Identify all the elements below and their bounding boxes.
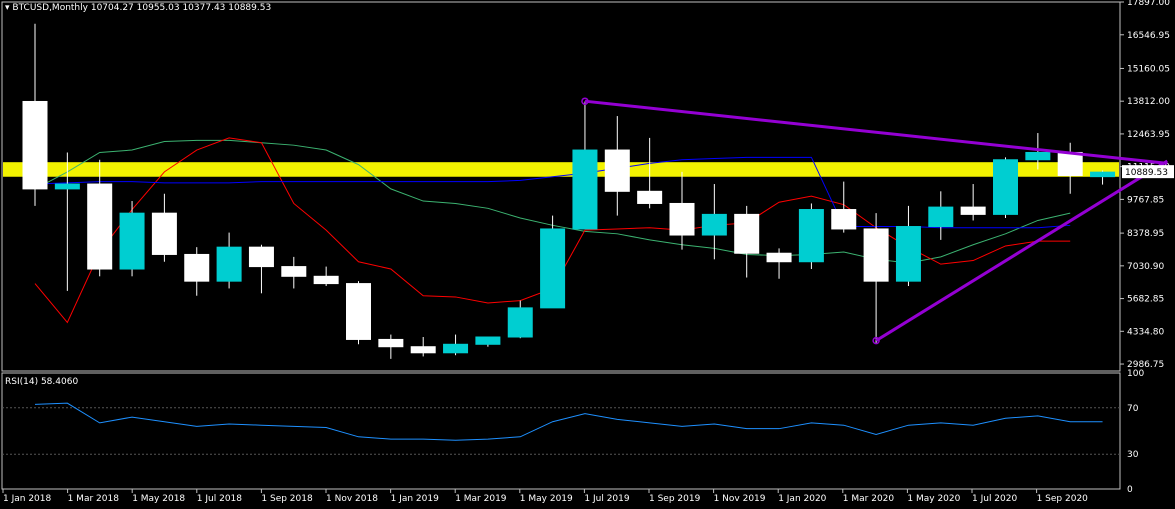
candle-body [604, 149, 630, 192]
rsi-pane: 100 70 30 0 [1, 369, 1144, 495]
candle-body [54, 183, 80, 190]
rsi-pane-frame [1, 372, 1121, 490]
candle-body [151, 212, 177, 255]
price-tick-label: 9767.85 [1127, 195, 1164, 205]
price-tick-label: 8378.95 [1127, 229, 1164, 239]
time-tick-label: 1 Mar 2020 [843, 494, 895, 504]
candle-body [410, 346, 436, 354]
time-tick-label: 1 Jul 2020 [972, 494, 1017, 504]
time-tick-label: 1 Sep 2020 [1037, 494, 1089, 504]
candle-body [572, 149, 598, 230]
price-tick-label: 5682.85 [1127, 295, 1164, 305]
trendline [584, 99, 1168, 165]
time-tick-label: 1 Jan 2020 [778, 494, 826, 504]
candle-body [1025, 151, 1051, 161]
time-tick-label: 1 Jul 2019 [584, 494, 629, 504]
candle-body [540, 228, 566, 309]
support-zone [3, 162, 1119, 177]
time-tick-label: 1 Mar 2018 [68, 494, 120, 504]
candle-body [216, 246, 242, 282]
candle-body [313, 275, 339, 285]
candle-body [701, 213, 727, 236]
candle-body [863, 228, 889, 282]
candle-body [766, 252, 792, 263]
price-tick-label: 4334.80 [1127, 327, 1164, 337]
time-tick-label: 1 Nov 2019 [714, 494, 766, 504]
symbol-label: BTCUSD,Monthly [12, 3, 88, 13]
candle-body [637, 190, 663, 204]
candle-body [669, 202, 695, 236]
price-pane: 17897.00 16546.95 15160.05 13812.00 12463.95… [1, 0, 1174, 372]
candle-body [960, 206, 986, 215]
price-tick-label: 17897.00 [1127, 0, 1170, 8]
price-tick-label: 7030.90 [1127, 262, 1164, 272]
candle-body [443, 343, 469, 354]
price-tick-label: 16546.95 [1127, 31, 1170, 41]
candle-body [993, 159, 1018, 215]
candle-body [1057, 151, 1083, 177]
ohlc-label: 10704.27 10955.03 10377.43 10889.53 [90, 3, 272, 13]
price-tick-label: 15160.05 [1127, 64, 1170, 74]
price-tick-label: 13812.00 [1127, 97, 1170, 107]
current-price-label: 10889.53 [1125, 168, 1168, 178]
collapse-icon[interactable]: ▾ [5, 3, 10, 13]
time-tick-label: 1 May 2018 [132, 494, 185, 504]
time-tick-label: 1 Jan 2018 [3, 494, 51, 504]
candle-body [22, 100, 48, 190]
rsi-tick-label: 30 [1127, 450, 1139, 460]
rsi-header: RSI(14) 58.4060 [5, 377, 78, 387]
time-tick-label: 1 Jul 2018 [197, 494, 242, 504]
candle-body [378, 338, 404, 348]
price-pane-frame [1, 1, 1121, 372]
candle-body [475, 336, 501, 345]
chart-header: ▾ BTCUSD,Monthly 10704.27 10955.03 10377… [5, 3, 271, 13]
candle-body [281, 266, 307, 277]
candle-body [734, 213, 760, 254]
candle-body [184, 253, 210, 282]
chart-canvas: 17897.00 16546.95 15160.05 13812.00 12463.95… [1, 0, 1174, 504]
rsi-tick-label: 100 [1127, 369, 1144, 379]
time-tick-label: 1 Sep 2019 [649, 494, 701, 504]
time-tick-label: 1 Jan 2019 [391, 494, 439, 504]
candle-body [798, 209, 824, 263]
rsi-tick-label: 70 [1127, 404, 1139, 414]
candle-body [87, 183, 113, 270]
time-tick-label: 1 Sep 2018 [261, 494, 313, 504]
candle-body [895, 226, 921, 282]
time-tick-label: 1 Mar 2019 [455, 494, 507, 504]
time-tick-label: 1 Nov 2018 [326, 494, 378, 504]
price-tick-label: 12463.95 [1127, 130, 1170, 140]
time-tick-label: 1 May 2020 [907, 494, 960, 504]
time-axis: 1 Jan 2018 1 Mar 2018 1 May 2018 1 Jul 2018… [2, 489, 1089, 504]
candle-body [119, 212, 145, 270]
candle-body [831, 209, 857, 230]
rsi-tick-label: 0 [1127, 485, 1133, 495]
rsi-line [34, 402, 1103, 441]
candle-body [346, 283, 371, 340]
candle-body [248, 246, 274, 268]
rsi-label: RSI(14) 58.4060 [5, 377, 79, 387]
candle-body [928, 206, 954, 228]
candle-body [507, 307, 533, 338]
candle-body [1090, 171, 1116, 178]
time-tick-label: 1 May 2019 [520, 494, 573, 504]
